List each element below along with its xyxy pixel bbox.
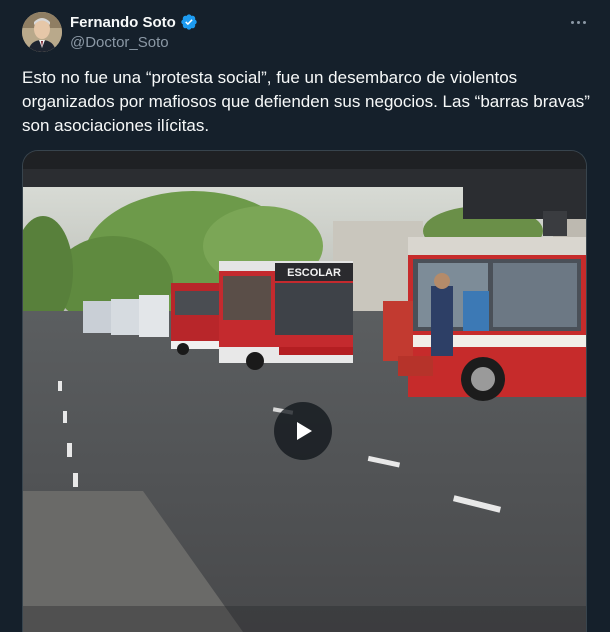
more-dot [570,20,574,24]
display-name[interactable]: Fernando Soto [70,14,176,31]
tweet-card: Fernando Soto @Doctor_Soto Esto no fue u… [0,0,610,632]
display-name-row: Fernando Soto [70,12,198,32]
more-options-icon[interactable] [566,12,590,32]
bus-sign: ESCOLAR [287,267,341,279]
video-player[interactable]: ESCOLAR [22,150,587,632]
author-handle[interactable]: @Doctor_Soto [70,34,198,51]
avatar-image [22,12,62,52]
more-dot [582,20,586,24]
more-dot [576,20,580,24]
video-thumbnail: ESCOLAR [23,151,586,632]
verified-badge-icon[interactable] [180,13,198,31]
play-icon[interactable] [274,402,332,460]
tweet-text: Esto no fue una “protesta social”, fue u… [22,68,590,135]
author-info: Fernando Soto @Doctor_Soto [70,12,198,51]
avatar[interactable] [22,12,62,52]
